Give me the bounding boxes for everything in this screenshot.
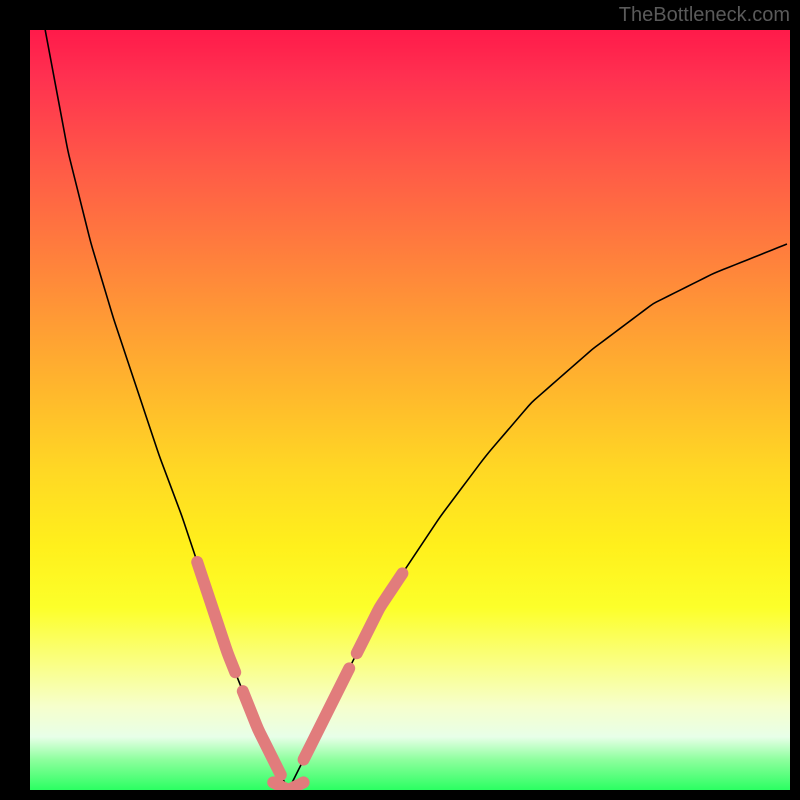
seg-right-lower (304, 668, 350, 759)
plot-area (30, 30, 790, 790)
highlight-group (197, 562, 402, 790)
left-branch-curve (45, 30, 288, 790)
seg-right-upper (357, 573, 403, 653)
seg-bottom (273, 782, 303, 789)
chart-container: TheBottleneck.com (0, 0, 800, 800)
curve-layer (30, 30, 790, 790)
seg-left-upper (197, 562, 235, 672)
seg-left-lower (243, 691, 281, 775)
right-branch-curve (288, 244, 787, 790)
watermark-text: TheBottleneck.com (619, 4, 790, 27)
